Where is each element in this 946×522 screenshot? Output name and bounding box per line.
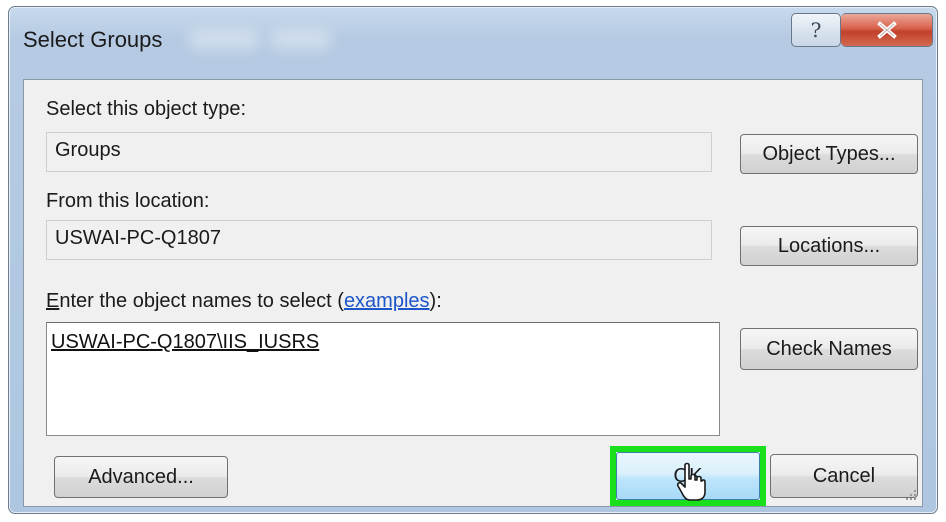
object-types-button[interactable]: Object Types... [740, 134, 918, 174]
mnemonic-e: E [46, 290, 60, 312]
title-blur-artifact [189, 29, 259, 49]
object-type-field: Groups [46, 132, 712, 172]
help-button[interactable]: ? [791, 13, 841, 47]
close-button[interactable] [841, 13, 933, 47]
ok-button[interactable]: OK [616, 452, 760, 500]
advanced-button[interactable]: Advanced... [54, 456, 228, 498]
close-icon [876, 21, 897, 39]
object-names-input[interactable]: USWAI-PC-Q1807\IIS_IUSRS [46, 322, 720, 436]
object-names-label: Enter the object names to select (exampl… [46, 290, 442, 313]
dialog-body: Select this object type: Groups Object T… [23, 79, 923, 507]
object-type-label: Select this object type: [46, 98, 247, 120]
object-names-label-suffix: ): [429, 290, 442, 312]
title-bar: Select Groups ? [9, 7, 937, 79]
object-names-value: USWAI-PC-Q1807\IIS_IUSRS [51, 331, 320, 353]
ok-highlight-box: OK [610, 446, 766, 506]
resize-grip-icon[interactable] [904, 488, 918, 502]
dialog-title: Select Groups [23, 27, 163, 52]
title-blur-artifact-2 [271, 29, 331, 49]
locations-button[interactable]: Locations... [740, 226, 918, 266]
select-groups-dialog: Select Groups ? Select this object type:… [8, 6, 938, 514]
cancel-button[interactable]: Cancel [770, 454, 918, 498]
object-names-label-text: nter the object names to select ( [59, 290, 344, 312]
help-icon: ? [810, 18, 822, 42]
location-label: From this location: [46, 190, 210, 212]
location-field: USWAI-PC-Q1807 [46, 220, 712, 260]
check-names-button[interactable]: Check Names [740, 328, 918, 370]
examples-link[interactable]: examples [344, 290, 430, 312]
